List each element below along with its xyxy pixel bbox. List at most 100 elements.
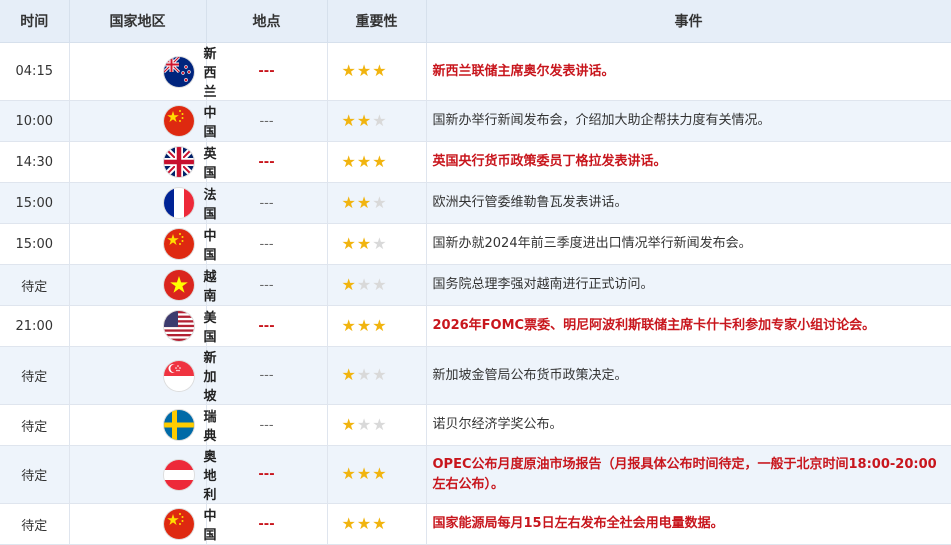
row-place: ---	[206, 346, 328, 405]
row-event: 英国央行货币政策委员丁格拉发表讲话。	[426, 141, 951, 183]
star-empty-icon: ★	[372, 274, 387, 294]
star-filled-icon: ★	[356, 315, 372, 335]
row-time: 待定	[0, 445, 70, 504]
star-filled-icon: ★	[372, 315, 387, 335]
row-country: 中国	[69, 100, 217, 142]
table-row: 待定 越南 --- ★★★ 国务院总理李强对越南进行正式访问。	[0, 264, 951, 306]
row-event: 国家能源局每月15日左右发布全社会用电量数据。	[426, 503, 951, 545]
calendar-table: 时间 国家地区 地点 重要性 事件 04:15 新西兰 --- ★★★ 新西兰联储主席奥…	[0, 0, 951, 545]
star-filled-icon: ★	[356, 233, 372, 253]
us-flag-icon	[163, 311, 194, 341]
star-empty-icon: ★	[356, 365, 372, 384]
country-name: 新加坡	[203, 351, 217, 404]
row-event: 欧洲央行管委维勒鲁瓦发表讲话。	[426, 182, 951, 224]
country-name: 中国	[203, 509, 217, 543]
row-event: 诺贝尔经济学奖公布。	[426, 404, 951, 446]
row-importance: ★★★	[327, 503, 427, 545]
row-time: 待定	[0, 404, 70, 446]
country-name: 瑞典	[203, 410, 217, 444]
row-place: ---	[206, 141, 328, 183]
row-importance: ★★★	[327, 445, 427, 504]
row-time: 10:00	[0, 100, 70, 142]
country-name: 奥地利	[203, 450, 217, 503]
star-filled-icon: ★	[341, 315, 356, 335]
row-event: 2026年FOMC票委、明尼阿波利斯联储主席卡什卡利参加专家小组讨论会。	[426, 305, 951, 347]
header-place: 地点	[206, 0, 328, 43]
row-event: 新西兰联储主席奥尔发表讲话。	[426, 42, 951, 101]
row-time: 15:00	[0, 223, 70, 265]
star-filled-icon: ★	[372, 513, 387, 533]
row-place: ---	[206, 503, 328, 545]
star-filled-icon: ★	[356, 192, 372, 212]
row-country: 法国	[69, 182, 217, 224]
row-event: 国新办就2024年前三季度进出口情况举行新闻发布会。	[426, 223, 951, 265]
table-row: 待定 奥地利 --- ★★★ OPEC公布月度原油市场报告（月报具体公布时间待定，一般于…	[0, 445, 951, 504]
star-empty-icon: ★	[372, 192, 387, 212]
country-name: 越南	[203, 270, 217, 304]
header-time: 时间	[0, 0, 70, 43]
row-place: ---	[206, 182, 328, 224]
star-empty-icon: ★	[372, 365, 387, 384]
star-filled-icon: ★	[356, 464, 372, 483]
star-filled-icon: ★	[341, 513, 356, 533]
table-row: 15:00 中国 --- ★★★ 国新办就2024年前三季度进出口情况举行新闻发布会。	[0, 223, 951, 265]
row-country: 中国	[69, 503, 217, 545]
row-place: ---	[206, 305, 328, 347]
star-filled-icon: ★	[341, 233, 356, 253]
row-time: 待定	[0, 346, 70, 405]
row-time: 14:30	[0, 141, 70, 183]
sg-flag-icon	[163, 360, 194, 391]
star-filled-icon: ★	[341, 151, 356, 171]
row-importance: ★★★	[327, 223, 427, 265]
cn-flag-icon	[163, 106, 194, 136]
fr-flag-icon	[163, 188, 194, 218]
table-row: 21:00 美国 --- ★★★ 2026年FOMC票委、明尼阿波利斯联储主席卡什卡利参…	[0, 305, 951, 347]
header-event: 事件	[426, 0, 951, 43]
at-flag-icon	[163, 459, 194, 490]
star-filled-icon: ★	[341, 61, 356, 80]
table-row: 待定 新加坡 --- ★★★ 新加坡金管局公布货币政策决定。	[0, 346, 951, 405]
star-empty-icon: ★	[372, 414, 387, 434]
row-time: 15:00	[0, 182, 70, 224]
header-region: 国家地区	[69, 0, 207, 43]
star-filled-icon: ★	[341, 365, 356, 384]
star-filled-icon: ★	[372, 151, 387, 171]
row-country: 中国	[69, 223, 217, 265]
row-importance: ★★★	[327, 42, 427, 101]
table-row: 04:15 新西兰 --- ★★★ 新西兰联储主席奥尔发表讲话。	[0, 42, 951, 101]
star-filled-icon: ★	[356, 151, 372, 171]
header-importance: 重要性	[327, 0, 427, 43]
country-name: 中国	[203, 106, 217, 140]
star-filled-icon: ★	[356, 513, 372, 533]
table-row: 待定 瑞典 --- ★★★ 诺贝尔经济学奖公布。	[0, 404, 951, 446]
row-place: ---	[206, 445, 328, 504]
star-filled-icon: ★	[341, 274, 356, 294]
nz-flag-icon	[163, 56, 194, 87]
cn-flag-icon	[163, 509, 194, 539]
country-name: 中国	[203, 229, 217, 263]
star-filled-icon: ★	[356, 110, 372, 130]
row-country: 越南	[69, 264, 217, 306]
row-event: 国务院总理李强对越南进行正式访问。	[426, 264, 951, 306]
row-country: 新西兰	[69, 42, 217, 101]
row-time: 04:15	[0, 42, 70, 101]
country-name: 法国	[203, 188, 217, 222]
row-country: 美国	[69, 305, 217, 347]
row-place: ---	[206, 100, 328, 142]
row-importance: ★★★	[327, 182, 427, 224]
table-row: 14:30 英国 --- ★★★ 英国央行货币政策委员丁格拉发表讲话。	[0, 141, 951, 183]
uk-flag-icon	[163, 147, 194, 177]
star-empty-icon: ★	[372, 233, 387, 253]
star-filled-icon: ★	[372, 464, 387, 483]
row-country: 英国	[69, 141, 217, 183]
row-country: 瑞典	[69, 404, 217, 446]
star-filled-icon: ★	[372, 61, 387, 80]
table-row: 待定 中国 --- ★★★ 国家能源局每月15日左右发布全社会用电量数据。	[0, 503, 951, 545]
row-importance: ★★★	[327, 346, 427, 405]
row-event: OPEC公布月度原油市场报告（月报具体公布时间待定，一般于北京时间18:00-2…	[426, 445, 951, 504]
row-country: 奥地利	[69, 445, 217, 504]
row-place: ---	[206, 264, 328, 306]
star-filled-icon: ★	[341, 110, 356, 130]
star-filled-icon: ★	[341, 464, 356, 483]
star-empty-icon: ★	[372, 110, 387, 130]
